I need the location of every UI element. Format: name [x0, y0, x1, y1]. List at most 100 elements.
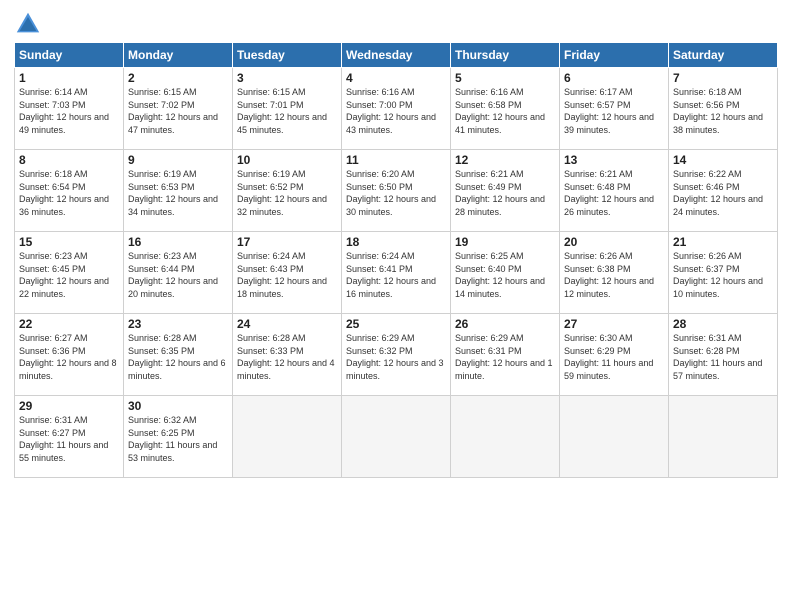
day-info: Sunrise: 6:32 AMSunset: 6:25 PMDaylight:…: [128, 414, 228, 464]
calendar-week-row: 8Sunrise: 6:18 AMSunset: 6:54 PMDaylight…: [15, 150, 778, 232]
day-number: 12: [455, 153, 555, 167]
day-info: Sunrise: 6:14 AMSunset: 7:03 PMDaylight:…: [19, 86, 119, 136]
calendar-week-row: 15Sunrise: 6:23 AMSunset: 6:45 PMDayligh…: [15, 232, 778, 314]
calendar-empty-cell: [233, 396, 342, 478]
day-info: Sunrise: 6:27 AMSunset: 6:36 PMDaylight:…: [19, 332, 119, 382]
day-number: 5: [455, 71, 555, 85]
day-number: 11: [346, 153, 446, 167]
calendar-day-cell: 5Sunrise: 6:16 AMSunset: 6:58 PMDaylight…: [451, 68, 560, 150]
calendar-day-cell: 10Sunrise: 6:19 AMSunset: 6:52 PMDayligh…: [233, 150, 342, 232]
calendar-day-cell: 24Sunrise: 6:28 AMSunset: 6:33 PMDayligh…: [233, 314, 342, 396]
header-day-wednesday: Wednesday: [342, 43, 451, 68]
day-number: 18: [346, 235, 446, 249]
day-info: Sunrise: 6:21 AMSunset: 6:49 PMDaylight:…: [455, 168, 555, 218]
day-info: Sunrise: 6:29 AMSunset: 6:31 PMDaylight:…: [455, 332, 555, 382]
header-day-sunday: Sunday: [15, 43, 124, 68]
day-info: Sunrise: 6:21 AMSunset: 6:48 PMDaylight:…: [564, 168, 664, 218]
calendar-day-cell: 25Sunrise: 6:29 AMSunset: 6:32 PMDayligh…: [342, 314, 451, 396]
day-info: Sunrise: 6:26 AMSunset: 6:37 PMDaylight:…: [673, 250, 773, 300]
day-info: Sunrise: 6:17 AMSunset: 6:57 PMDaylight:…: [564, 86, 664, 136]
calendar-day-cell: 30Sunrise: 6:32 AMSunset: 6:25 PMDayligh…: [124, 396, 233, 478]
calendar-day-cell: 2Sunrise: 6:15 AMSunset: 7:02 PMDaylight…: [124, 68, 233, 150]
calendar-day-cell: 14Sunrise: 6:22 AMSunset: 6:46 PMDayligh…: [669, 150, 778, 232]
calendar-empty-cell: [669, 396, 778, 478]
day-number: 8: [19, 153, 119, 167]
calendar-day-cell: 27Sunrise: 6:30 AMSunset: 6:29 PMDayligh…: [560, 314, 669, 396]
calendar-day-cell: 1Sunrise: 6:14 AMSunset: 7:03 PMDaylight…: [15, 68, 124, 150]
logo-icon: [14, 10, 42, 38]
day-number: 2: [128, 71, 228, 85]
day-number: 29: [19, 399, 119, 413]
day-number: 25: [346, 317, 446, 331]
day-info: Sunrise: 6:29 AMSunset: 6:32 PMDaylight:…: [346, 332, 446, 382]
calendar-day-cell: 15Sunrise: 6:23 AMSunset: 6:45 PMDayligh…: [15, 232, 124, 314]
calendar-day-cell: 8Sunrise: 6:18 AMSunset: 6:54 PMDaylight…: [15, 150, 124, 232]
day-info: Sunrise: 6:25 AMSunset: 6:40 PMDaylight:…: [455, 250, 555, 300]
day-number: 6: [564, 71, 664, 85]
calendar-week-row: 22Sunrise: 6:27 AMSunset: 6:36 PMDayligh…: [15, 314, 778, 396]
day-number: 4: [346, 71, 446, 85]
header-day-friday: Friday: [560, 43, 669, 68]
calendar-day-cell: 9Sunrise: 6:19 AMSunset: 6:53 PMDaylight…: [124, 150, 233, 232]
calendar-day-cell: 23Sunrise: 6:28 AMSunset: 6:35 PMDayligh…: [124, 314, 233, 396]
day-number: 13: [564, 153, 664, 167]
calendar-header-row: SundayMondayTuesdayWednesdayThursdayFrid…: [15, 43, 778, 68]
day-number: 1: [19, 71, 119, 85]
day-info: Sunrise: 6:16 AMSunset: 6:58 PMDaylight:…: [455, 86, 555, 136]
calendar-day-cell: 17Sunrise: 6:24 AMSunset: 6:43 PMDayligh…: [233, 232, 342, 314]
page-container: SundayMondayTuesdayWednesdayThursdayFrid…: [0, 0, 792, 484]
calendar-day-cell: 20Sunrise: 6:26 AMSunset: 6:38 PMDayligh…: [560, 232, 669, 314]
day-number: 16: [128, 235, 228, 249]
day-info: Sunrise: 6:15 AMSunset: 7:02 PMDaylight:…: [128, 86, 228, 136]
calendar-day-cell: 6Sunrise: 6:17 AMSunset: 6:57 PMDaylight…: [560, 68, 669, 150]
calendar-day-cell: 29Sunrise: 6:31 AMSunset: 6:27 PMDayligh…: [15, 396, 124, 478]
calendar-day-cell: 16Sunrise: 6:23 AMSunset: 6:44 PMDayligh…: [124, 232, 233, 314]
day-number: 24: [237, 317, 337, 331]
header: [14, 10, 778, 38]
day-info: Sunrise: 6:18 AMSunset: 6:56 PMDaylight:…: [673, 86, 773, 136]
day-number: 3: [237, 71, 337, 85]
day-info: Sunrise: 6:19 AMSunset: 6:52 PMDaylight:…: [237, 168, 337, 218]
day-info: Sunrise: 6:22 AMSunset: 6:46 PMDaylight:…: [673, 168, 773, 218]
day-info: Sunrise: 6:16 AMSunset: 7:00 PMDaylight:…: [346, 86, 446, 136]
calendar-day-cell: 28Sunrise: 6:31 AMSunset: 6:28 PMDayligh…: [669, 314, 778, 396]
header-day-thursday: Thursday: [451, 43, 560, 68]
day-number: 7: [673, 71, 773, 85]
calendar-week-row: 1Sunrise: 6:14 AMSunset: 7:03 PMDaylight…: [15, 68, 778, 150]
calendar-day-cell: 19Sunrise: 6:25 AMSunset: 6:40 PMDayligh…: [451, 232, 560, 314]
calendar-day-cell: 7Sunrise: 6:18 AMSunset: 6:56 PMDaylight…: [669, 68, 778, 150]
day-number: 22: [19, 317, 119, 331]
day-number: 15: [19, 235, 119, 249]
day-info: Sunrise: 6:23 AMSunset: 6:45 PMDaylight:…: [19, 250, 119, 300]
day-info: Sunrise: 6:18 AMSunset: 6:54 PMDaylight:…: [19, 168, 119, 218]
day-number: 20: [564, 235, 664, 249]
day-info: Sunrise: 6:31 AMSunset: 6:27 PMDaylight:…: [19, 414, 119, 464]
header-day-monday: Monday: [124, 43, 233, 68]
day-number: 27: [564, 317, 664, 331]
day-info: Sunrise: 6:19 AMSunset: 6:53 PMDaylight:…: [128, 168, 228, 218]
day-number: 19: [455, 235, 555, 249]
day-info: Sunrise: 6:31 AMSunset: 6:28 PMDaylight:…: [673, 332, 773, 382]
calendar-day-cell: 22Sunrise: 6:27 AMSunset: 6:36 PMDayligh…: [15, 314, 124, 396]
calendar-empty-cell: [342, 396, 451, 478]
day-info: Sunrise: 6:15 AMSunset: 7:01 PMDaylight:…: [237, 86, 337, 136]
logo: [14, 10, 46, 38]
day-info: Sunrise: 6:20 AMSunset: 6:50 PMDaylight:…: [346, 168, 446, 218]
header-day-saturday: Saturday: [669, 43, 778, 68]
day-number: 26: [455, 317, 555, 331]
calendar-day-cell: 4Sunrise: 6:16 AMSunset: 7:00 PMDaylight…: [342, 68, 451, 150]
day-info: Sunrise: 6:28 AMSunset: 6:35 PMDaylight:…: [128, 332, 228, 382]
calendar-table: SundayMondayTuesdayWednesdayThursdayFrid…: [14, 42, 778, 478]
calendar-empty-cell: [451, 396, 560, 478]
calendar-week-row: 29Sunrise: 6:31 AMSunset: 6:27 PMDayligh…: [15, 396, 778, 478]
calendar-day-cell: 18Sunrise: 6:24 AMSunset: 6:41 PMDayligh…: [342, 232, 451, 314]
day-number: 9: [128, 153, 228, 167]
calendar-day-cell: 13Sunrise: 6:21 AMSunset: 6:48 PMDayligh…: [560, 150, 669, 232]
calendar-day-cell: 12Sunrise: 6:21 AMSunset: 6:49 PMDayligh…: [451, 150, 560, 232]
day-info: Sunrise: 6:28 AMSunset: 6:33 PMDaylight:…: [237, 332, 337, 382]
calendar-empty-cell: [560, 396, 669, 478]
day-number: 23: [128, 317, 228, 331]
day-info: Sunrise: 6:30 AMSunset: 6:29 PMDaylight:…: [564, 332, 664, 382]
day-number: 17: [237, 235, 337, 249]
day-info: Sunrise: 6:26 AMSunset: 6:38 PMDaylight:…: [564, 250, 664, 300]
